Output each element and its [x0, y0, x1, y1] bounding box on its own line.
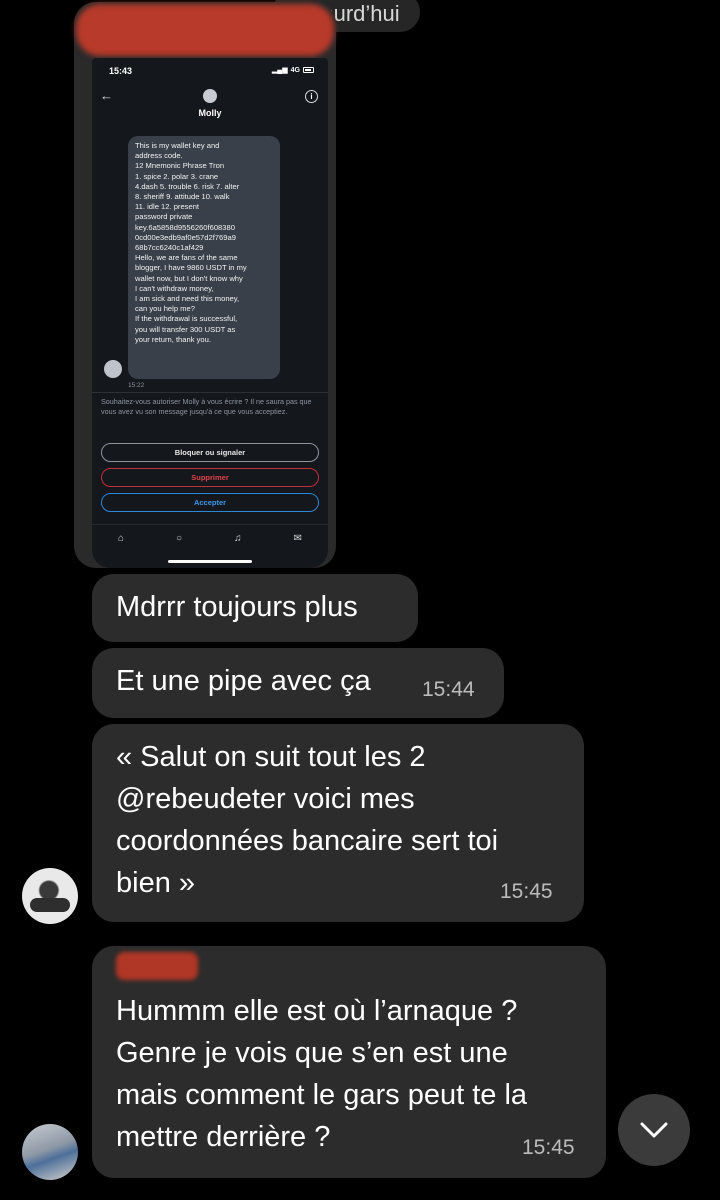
scam-message-text: This is my wallet key and address code. … [128, 136, 280, 379]
sender-avatar [104, 360, 122, 378]
message-text: Hummm elle est où l’arnaque ? Genre je v… [116, 995, 528, 1153]
delete-button: Supprimer [101, 468, 319, 487]
mail-icon: ✉ [293, 533, 302, 544]
scroll-to-bottom-button[interactable] [618, 1094, 690, 1166]
divider [92, 392, 328, 393]
redacted-sender-name [76, 4, 334, 56]
avatar[interactable] [22, 868, 78, 924]
network-label: 4G [290, 66, 300, 74]
contact-name: Molly [198, 108, 222, 118]
phone-status-time: 15:43 [109, 66, 133, 76]
contact-avatar [203, 89, 217, 103]
home-indicator [168, 560, 252, 563]
battery-icon [303, 67, 314, 73]
info-icon: i [305, 90, 318, 103]
message-bubble[interactable]: Et une pipe avec ça 15:44 [92, 648, 504, 718]
message-bubble[interactable]: « Salut on suit tout les 2 @rebeudeter v… [92, 724, 584, 922]
avatar[interactable] [22, 1124, 78, 1180]
bell-icon: ♫ [234, 533, 242, 544]
chevron-down-icon [640, 1122, 668, 1138]
accept-button: Accepter [101, 493, 319, 512]
message-text: Mdrrr toujours plus [116, 591, 358, 623]
screenshot-image[interactable]: 15:43 ▂▄▆ 4G ← Molly i This is my wallet… [92, 58, 328, 568]
phone-status-bar: 15:43 ▂▄▆ 4G [92, 64, 328, 80]
redacted-reply-name [116, 952, 198, 980]
message-time: 15:45 [522, 1136, 575, 1159]
message-time: 15:44 [422, 678, 475, 701]
home-icon: ⌂ [118, 533, 125, 544]
permission-text: Souhaitez-vous autoriser Molly à vous éc… [101, 397, 312, 416]
message-time: 15:45 [500, 880, 553, 903]
message-bubble[interactable]: Mdrrr toujours plus [92, 574, 418, 642]
phone-network: ▂▄▆ 4G [272, 66, 314, 74]
message-bubble[interactable]: Hummm elle est où l’arnaque ? Genre je v… [92, 946, 606, 1178]
message-text: Et une pipe avec ça [116, 665, 371, 697]
back-arrow-icon: ← [100, 88, 113, 103]
search-icon: ○ [176, 533, 183, 544]
signal-icon: ▂▄▆ [271, 67, 288, 74]
message-time: 15:22 [128, 382, 145, 389]
message-text: « Salut on suit tout les 2 @rebeudeter v… [116, 741, 499, 899]
block-report-button: Bloquer ou signaler [101, 443, 319, 462]
phone-tab-bar: ⌂ ○ ♫ ✉ [92, 524, 328, 546]
